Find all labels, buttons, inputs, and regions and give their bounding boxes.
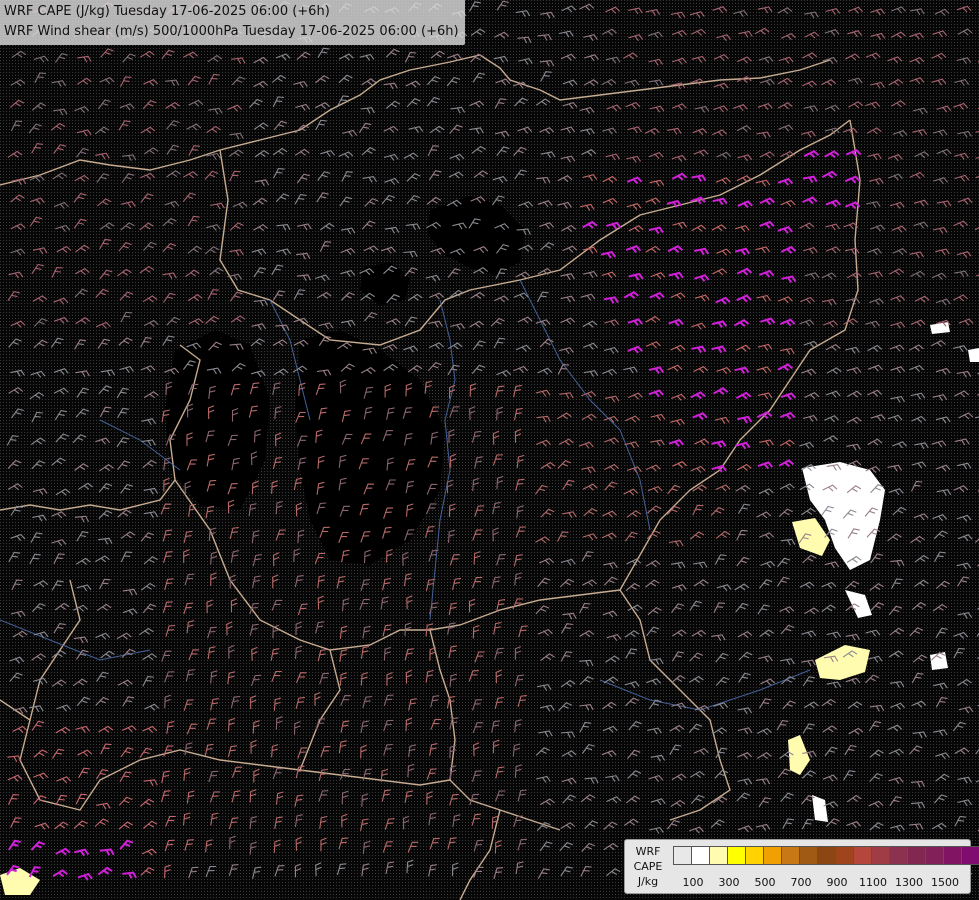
legend-swatches [673, 846, 979, 865]
legend-tick: 1300 [895, 876, 923, 889]
legend-swatch [889, 846, 908, 865]
legend-tick: 500 [754, 876, 776, 889]
weather-map[interactable] [0, 0, 979, 900]
legend-swatch [853, 846, 872, 865]
legend-label-cape: CAPE [633, 860, 663, 873]
legend-tick: 700 [790, 876, 812, 889]
legend-label-unit: J/kg [637, 875, 659, 888]
legend-tick: 100 [682, 876, 704, 889]
legend-swatch [709, 846, 728, 865]
legend-swatch [763, 846, 782, 865]
title-wind-shear: WRF Wind shear (m/s) 500/1000hPa Tuesday… [4, 24, 459, 39]
legend-swatch [925, 846, 944, 865]
map-title-box: WRF CAPE (J/kg) Tuesday 17-06-2025 06:00… [0, 0, 465, 45]
legend-swatch [943, 846, 962, 865]
legend-swatch [961, 846, 979, 865]
legend-swatch [799, 846, 818, 865]
legend-swatch [907, 846, 926, 865]
legend-tick: 300 [718, 876, 740, 889]
legend-swatch [781, 846, 800, 865]
legend-swatch [673, 846, 692, 865]
legend-ticks: 100 300 500 700 900 1100 1300 1500 [673, 876, 969, 890]
cape-legend: WRF CAPE J/kg 100 300 500 700 900 1100 1300 150… [624, 839, 979, 894]
legend-swatch [817, 846, 836, 865]
legend-swatch [727, 846, 746, 865]
title-cape: WRF CAPE (J/kg) Tuesday 17-06-2025 06:00… [4, 4, 330, 19]
legend-label-wrf: WRF [635, 845, 661, 858]
legend-swatch [745, 846, 764, 865]
legend-tick: 1500 [931, 876, 959, 889]
legend-tick: 1100 [859, 876, 887, 889]
legend-swatch [871, 846, 890, 865]
legend-tick: 900 [826, 876, 848, 889]
legend-swatch [691, 846, 710, 865]
map-background [0, 0, 979, 900]
legend-label: WRF CAPE J/kg [628, 844, 668, 889]
legend-swatch [835, 846, 854, 865]
